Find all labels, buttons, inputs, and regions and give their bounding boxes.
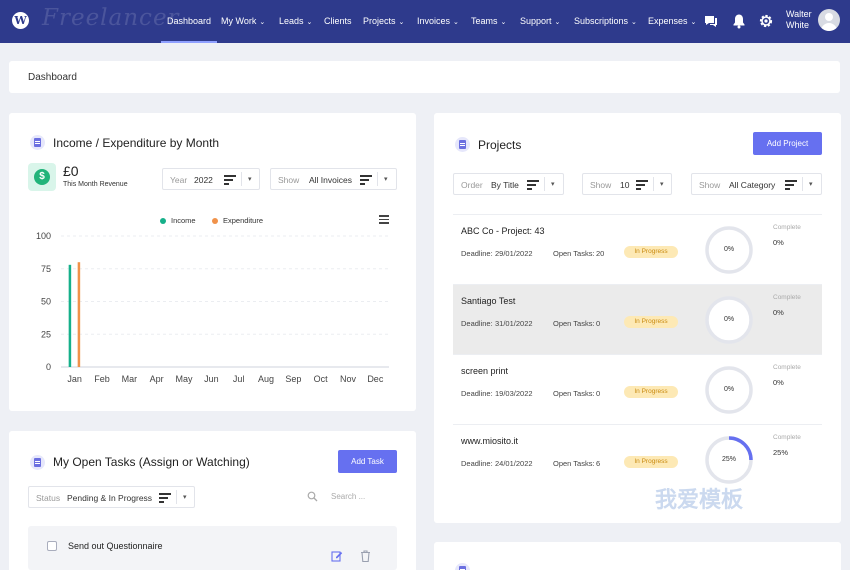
status-badge: In Progress xyxy=(624,386,678,398)
y-tick-label: 0 xyxy=(46,362,51,372)
sort-lines-icon xyxy=(527,180,539,190)
progress-text: 0% xyxy=(723,246,735,253)
project-name[interactable]: ABC Co - Project: 43 xyxy=(461,226,545,236)
task-status-label: Status xyxy=(36,493,61,503)
project-order-select[interactable]: Order By Title ▾ xyxy=(453,173,564,195)
document-icon xyxy=(30,455,45,470)
x-tick-label: May xyxy=(175,374,193,384)
complete-label: Complete xyxy=(773,364,801,371)
project-name[interactable]: Santiago Test xyxy=(461,296,515,306)
project-row[interactable]: www.miosito.it Deadline: 24/01/2022 Open Ta… xyxy=(453,424,822,494)
open-tasks-label: Open Tasks: xyxy=(553,319,595,328)
project-name[interactable]: www.miosito.it xyxy=(461,436,518,446)
complete-value: 0% xyxy=(773,238,784,247)
project-deadline: 29/01/2022 xyxy=(495,249,533,258)
task-checkbox[interactable] xyxy=(47,541,57,551)
open-tasks-label: Open Tasks: xyxy=(553,249,595,258)
complete-value: 25% xyxy=(773,448,789,457)
project-deadline: 31/01/2022 xyxy=(495,319,533,328)
chevron-down-icon: ▾ xyxy=(660,181,664,188)
project-deadline: 19/03/2022 xyxy=(495,389,533,398)
y-tick-label: 25 xyxy=(41,329,51,339)
x-tick-label: Jun xyxy=(204,374,219,384)
status-badge: In Progress xyxy=(624,316,678,328)
chevron-down-icon: ▾ xyxy=(183,494,187,501)
x-tick-label: Oct xyxy=(314,374,329,384)
project-row[interactable]: screen print Deadline: 19/03/2022 Open Task… xyxy=(453,354,822,424)
open-tasks-count: 6 xyxy=(596,459,601,468)
complete-label: Complete xyxy=(773,224,801,231)
x-tick-label: Jan xyxy=(67,374,82,384)
watermark: 我爱模板 xyxy=(655,487,744,512)
open-tasks-count: 0 xyxy=(596,319,601,328)
project-count-value: 10 xyxy=(620,180,630,190)
edit-icon[interactable] xyxy=(331,550,343,562)
sort-lines-icon xyxy=(636,180,648,190)
project-category-select[interactable]: Show All Category ▾ xyxy=(691,173,822,195)
open-tasks-count: 0 xyxy=(596,389,601,398)
project-order-value: By Title xyxy=(491,180,519,190)
bar-expenditure-jan[interactable] xyxy=(77,262,81,367)
progress-text: 0% xyxy=(723,316,735,323)
complete-label: Complete xyxy=(773,294,801,301)
project-order-label: Order xyxy=(461,180,483,190)
y-tick-label: 75 xyxy=(41,264,51,274)
tasks-title: My Open Tasks (Assign or Watching) xyxy=(53,455,250,469)
project-count-select[interactable]: Show 10 ▾ xyxy=(582,173,672,195)
project-deadline-label: Deadline: xyxy=(461,249,493,258)
open-tasks-count: 20 xyxy=(596,249,605,258)
progress-text: 25% xyxy=(721,456,736,463)
add-task-button[interactable]: Add Task xyxy=(338,450,397,473)
task-search-input[interactable]: Search ... xyxy=(331,492,365,501)
bar-income-jan[interactable] xyxy=(68,264,72,367)
document-icon xyxy=(455,137,470,152)
project-deadline-label: Deadline: xyxy=(461,459,493,468)
project-name[interactable]: screen print xyxy=(461,366,508,376)
y-tick-label: 50 xyxy=(41,297,51,307)
sort-lines-icon xyxy=(785,180,797,190)
project-count-label: Show xyxy=(590,180,612,190)
open-tasks-label: Open Tasks: xyxy=(553,459,595,468)
search-icon[interactable] xyxy=(307,491,318,502)
complete-value: 0% xyxy=(773,308,784,317)
x-tick-label: Jul xyxy=(233,374,245,384)
chevron-down-icon: ▾ xyxy=(809,181,813,188)
complete-label: Complete xyxy=(773,434,801,441)
sort-lines-icon xyxy=(159,493,171,503)
projects-title: Projects xyxy=(478,138,522,152)
open-tasks-label: Open Tasks: xyxy=(553,389,595,398)
x-tick-label: Sep xyxy=(285,374,301,384)
chevron-down-icon: ▾ xyxy=(551,181,555,188)
x-tick-label: Feb xyxy=(94,374,110,384)
project-category-value: All Category xyxy=(729,180,776,190)
task-status-value: Pending & In Progress xyxy=(67,493,153,503)
project-deadline-label: Deadline: xyxy=(461,389,493,398)
x-tick-label: Nov xyxy=(340,374,357,384)
x-tick-label: Apr xyxy=(150,374,164,384)
task-status-select[interactable]: Status Pending & In Progress ▾ xyxy=(28,486,195,508)
x-tick-label: Aug xyxy=(258,374,274,384)
status-badge: In Progress xyxy=(624,246,678,258)
y-tick-label: 100 xyxy=(36,231,51,241)
project-updates-card xyxy=(434,542,841,570)
add-project-button[interactable]: Add Project xyxy=(753,132,822,155)
trash-icon[interactable] xyxy=(360,550,371,562)
project-category-label: Show xyxy=(699,180,721,190)
progress-text: 0% xyxy=(723,386,735,393)
complete-value: 0% xyxy=(773,378,784,387)
project-row[interactable]: ABC Co - Project: 43 Deadline: 29/01/2022 O… xyxy=(453,214,822,284)
x-tick-label: Mar xyxy=(122,374,138,384)
status-badge: In Progress xyxy=(624,456,678,468)
task-title[interactable]: Send out Questionnaire xyxy=(68,541,163,551)
x-tick-label: Dec xyxy=(367,374,384,384)
project-deadline: 24/01/2022 xyxy=(495,459,533,468)
project-deadline-label: Deadline: xyxy=(461,319,493,328)
project-row[interactable]: Santiago Test Deadline: 31/01/2022 Open Tas… xyxy=(453,284,822,354)
